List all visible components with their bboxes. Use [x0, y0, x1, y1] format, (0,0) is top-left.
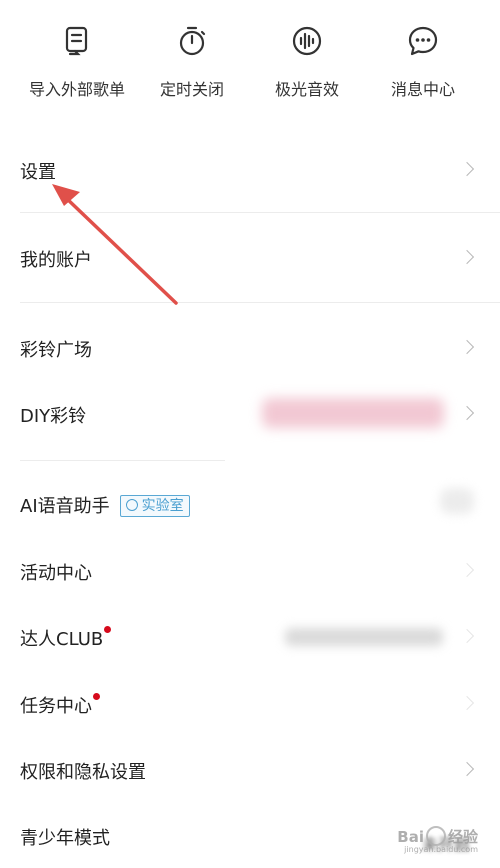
watermark-text-left: Bai [397, 828, 424, 846]
watermark-text-right: 经验 [447, 828, 478, 846]
annotation-arrow [52, 184, 178, 305]
baidu-watermark: Bai 经验 jingyan.baidu.com [397, 826, 478, 854]
watermark-domain: jingyan.baidu.com [404, 845, 478, 854]
baidu-paw-icon [425, 826, 446, 846]
